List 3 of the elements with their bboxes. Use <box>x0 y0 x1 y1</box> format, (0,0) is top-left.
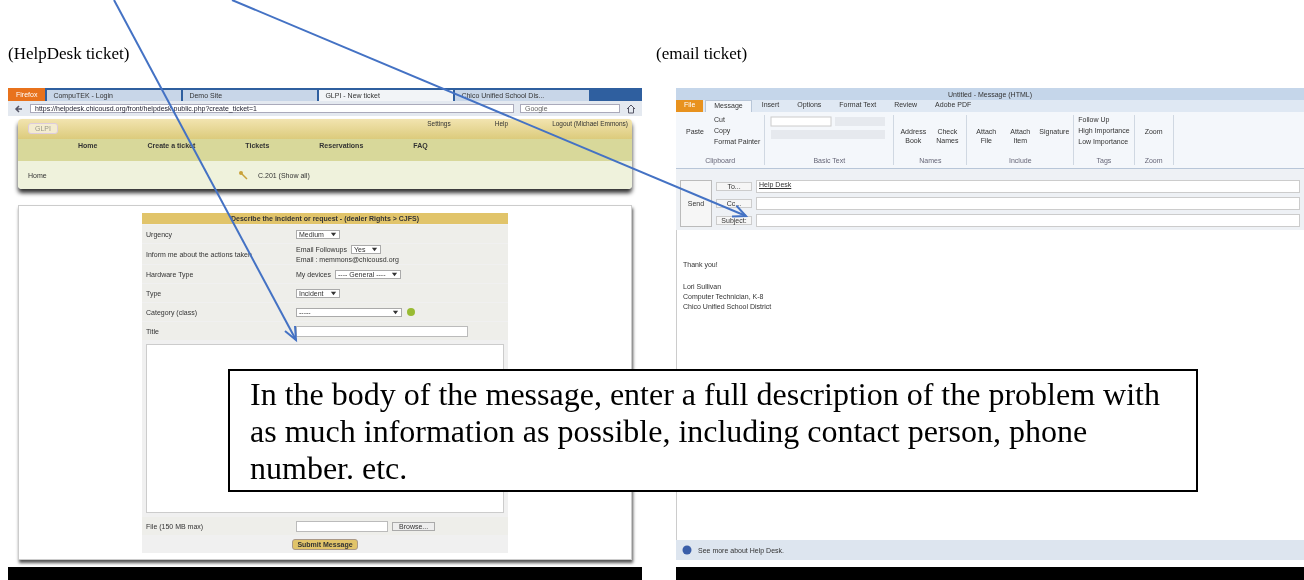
callout-text: In the body of the message, enter a full description of the problem with as much information as possible, including contact person, phone number. etc. <box>250 376 1161 487</box>
caption: (email ticket) <box>656 44 749 64</box>
caption: (HelpDesk ticket) <box>8 44 131 64</box>
